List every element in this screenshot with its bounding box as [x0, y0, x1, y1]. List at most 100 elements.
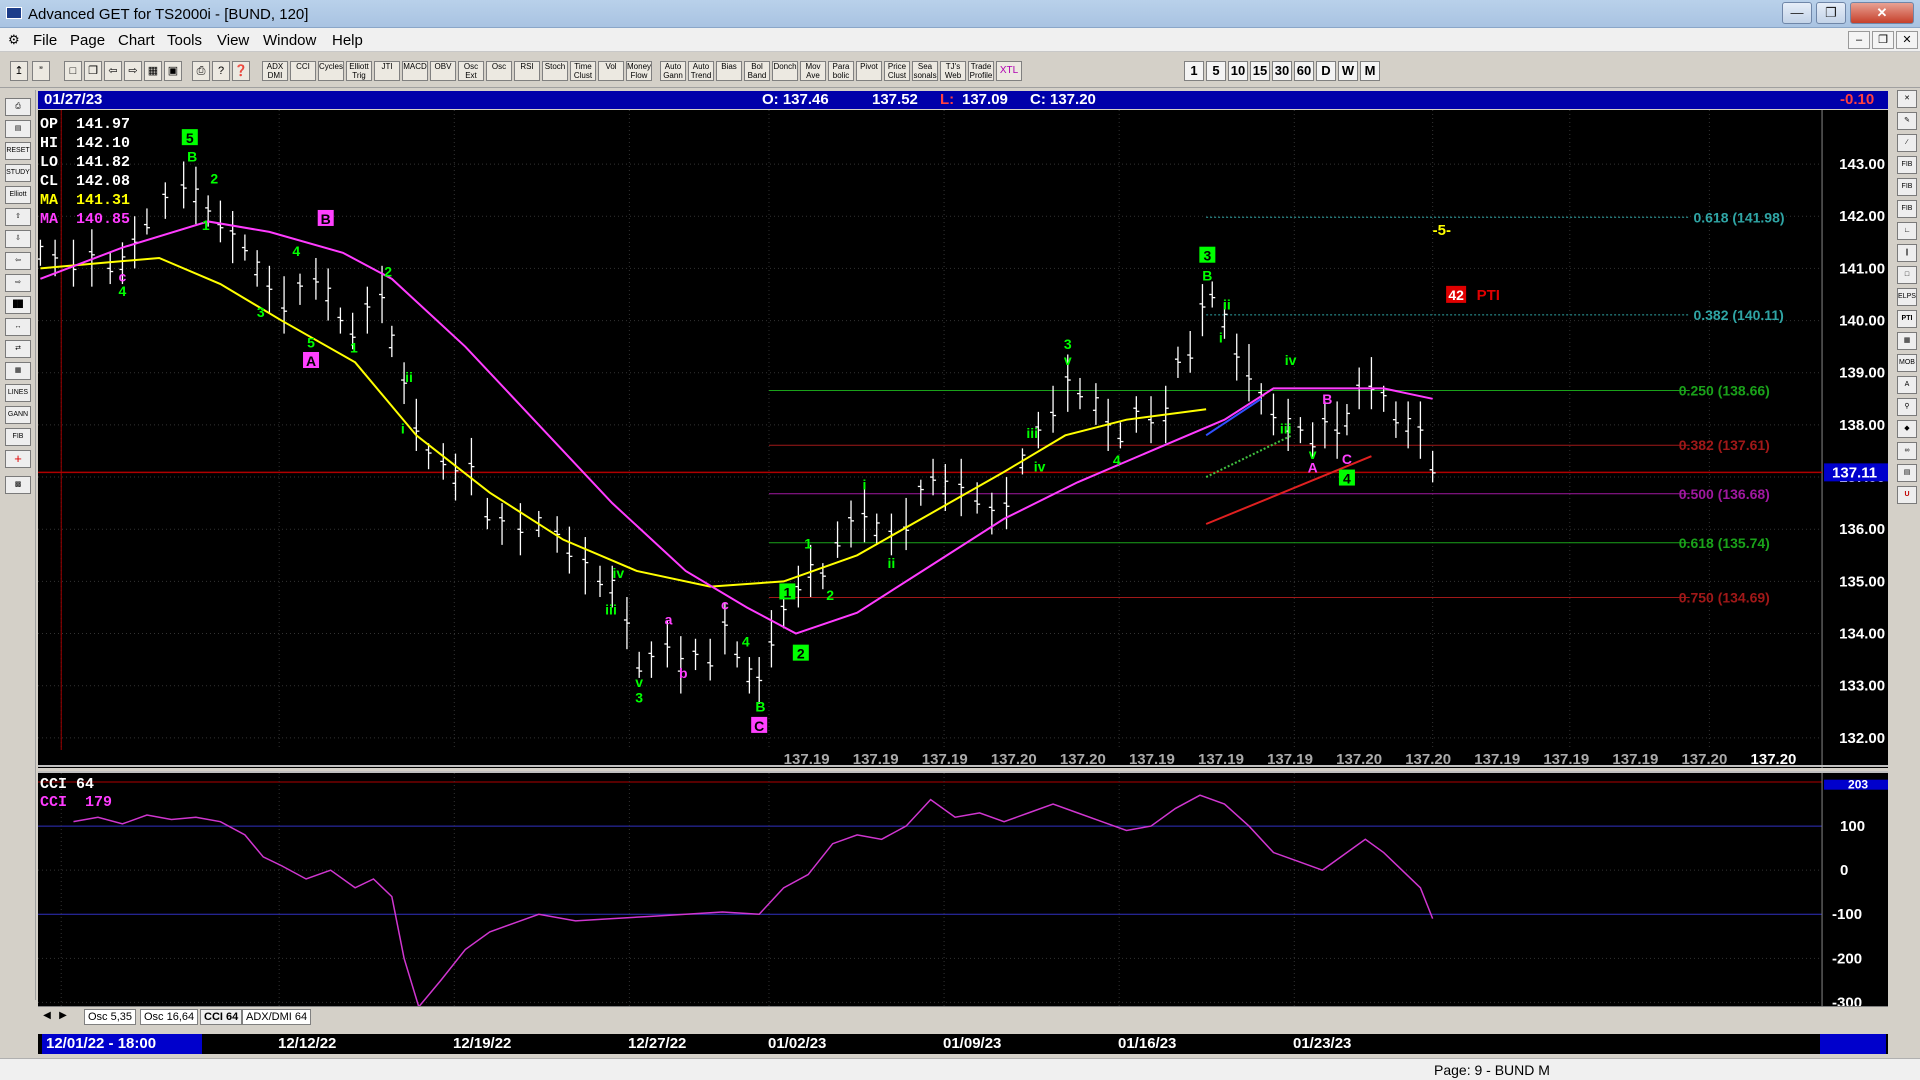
tab-osc-5-35[interactable]: Osc 5,35	[84, 1009, 137, 1025]
arrow-up-tool-icon[interactable]: ⇧	[5, 208, 31, 226]
period-w-button[interactable]: W	[1338, 61, 1358, 81]
grid-tool-right-icon[interactable]: ▦	[1897, 332, 1917, 350]
study-cycles-button[interactable]: Cycles	[318, 61, 344, 81]
period-30-button[interactable]: 30	[1272, 61, 1292, 81]
menu-file[interactable]: File	[33, 32, 57, 49]
study-bias-button[interactable]: Bias	[716, 61, 742, 81]
expand-tool-icon[interactable]: ↔	[5, 318, 31, 336]
study-osc-button[interactable]: Osc	[486, 61, 512, 81]
study-vol-button[interactable]: Vol	[598, 61, 624, 81]
study-xtl-button[interactable]: XTL	[996, 61, 1022, 81]
menu-tools[interactable]: Tools	[167, 32, 202, 49]
tab-adx-dmi-64[interactable]: ADX/DMI 64	[242, 1009, 312, 1025]
scroll-right-icon[interactable]: ⇨	[124, 61, 142, 81]
lines-tool-icon[interactable]: LINES	[5, 384, 31, 402]
study-obv-button[interactable]: OBV	[430, 61, 456, 81]
study-time-clust-button[interactable]: Time Clust	[570, 61, 596, 81]
cycle-tool-icon[interactable]: ∞	[1897, 442, 1917, 460]
new-page-icon[interactable]: □	[64, 61, 82, 81]
gann-tool-icon[interactable]: GANN	[5, 406, 31, 424]
period-1-button[interactable]: 1	[1184, 61, 1204, 81]
marker-tool-icon[interactable]: ◆	[1897, 420, 1917, 438]
study-mov-ave-button[interactable]: Mov Ave	[800, 61, 826, 81]
channel-tool-icon[interactable]: ∥	[1897, 244, 1917, 262]
study-auto-trend-button[interactable]: Auto Trend	[688, 61, 714, 81]
study-donch-button[interactable]: Donch	[772, 61, 798, 81]
arrow-right-tool-icon[interactable]: ⇨	[5, 274, 31, 292]
tab-prev-icon[interactable]: ◀	[40, 1009, 54, 1025]
pencil-tool-icon[interactable]: ✎	[1897, 112, 1917, 130]
fan-tool-icon[interactable]: ∟	[1897, 222, 1917, 240]
study-jti-button[interactable]: JTI	[374, 61, 400, 81]
quote-icon[interactable]: ”	[32, 61, 50, 81]
ellipse-tool-icon[interactable]: ELPS	[1897, 288, 1917, 306]
chart-tool-icon[interactable]: ▤	[5, 120, 31, 138]
layout-icon[interactable]: ▣	[164, 61, 182, 81]
study-macd-button[interactable]: MACD	[402, 61, 428, 81]
study-osc-ext-button[interactable]: Osc Ext	[458, 61, 484, 81]
pointer-icon[interactable]: ↥	[10, 61, 28, 81]
print-icon[interactable]: ⎙	[192, 61, 210, 81]
u-tool-icon[interactable]: U	[1897, 486, 1917, 504]
study-seasonals-button[interactable]: Sea sonals	[912, 61, 938, 81]
study-money-flow-button[interactable]: Money Flow	[626, 61, 652, 81]
erase-tool-icon[interactable]: ✕	[1897, 90, 1917, 108]
box-tool-icon[interactable]: □	[1897, 266, 1917, 284]
mdi-minimize-button[interactable]: –	[1848, 31, 1870, 49]
study-rsi-button[interactable]: RSI	[514, 61, 540, 81]
study-tool-icon[interactable]: STUDY	[5, 164, 31, 182]
menu-help[interactable]: Help	[332, 32, 363, 49]
menu-chart[interactable]: Chart	[118, 32, 155, 49]
mdi-close-button[interactable]: ✕	[1896, 31, 1918, 49]
reset-tool-icon[interactable]: RESET	[5, 142, 31, 160]
menu-view[interactable]: View	[217, 32, 249, 49]
fib-ext-tool-icon[interactable]: FIB EXT	[1897, 178, 1917, 196]
print-tool-icon[interactable]: ⎙	[5, 98, 31, 116]
grid-tool-icon[interactable]: ▦	[5, 362, 31, 380]
grid-icon[interactable]: ▦	[144, 61, 162, 81]
study-price-clust-button[interactable]: Price Clust	[884, 61, 910, 81]
mdi-restore-button[interactable]: ❐	[1872, 31, 1894, 49]
study-elliott-trig-button[interactable]: Elliott Trig	[346, 61, 372, 81]
study-tjs-web-button[interactable]: TJ's Web	[940, 61, 966, 81]
text-tool-icon[interactable]: A	[1897, 376, 1917, 394]
tab-osc-16-64[interactable]: Osc 16,64	[140, 1009, 199, 1025]
period-60-button[interactable]: 60	[1294, 61, 1314, 81]
arrow-down-tool-icon[interactable]: ⇩	[5, 230, 31, 248]
table-tool-icon[interactable]: ▤	[1897, 464, 1917, 482]
tab-cci-64[interactable]: CCI 64	[200, 1009, 243, 1025]
mob-tool-icon[interactable]: MOB	[1897, 354, 1917, 372]
context-help-icon[interactable]: ❓	[232, 61, 250, 81]
line-tool-icon[interactable]: ∕	[1897, 134, 1917, 152]
study-trade-profile-button[interactable]: Trade Profile	[968, 61, 994, 81]
study-parabolic-button[interactable]: Para bolic	[828, 61, 854, 81]
copy-icon[interactable]: ❐	[84, 61, 102, 81]
menu-window[interactable]: Window	[263, 32, 316, 49]
minimize-button[interactable]: —	[1782, 2, 1812, 24]
help-icon[interactable]: ?	[212, 61, 230, 81]
price-chart[interactable]: 143.00 142.00 141.00 140.00 139.00 138.00 137.…	[38, 110, 1888, 768]
pti-tool-icon[interactable]: PTI	[1897, 310, 1917, 328]
scroll-left-icon[interactable]: ⇦	[104, 61, 122, 81]
maximize-button[interactable]: ❐	[1816, 2, 1846, 24]
save-tool-icon[interactable]: ▩	[5, 476, 31, 494]
study-cci-button[interactable]: CCI	[290, 61, 316, 81]
fib-tool-icon[interactable]: FIB	[5, 428, 31, 446]
study-adx-dmi-button[interactable]: ADX DMI	[262, 61, 288, 81]
study-bol-band-button[interactable]: Bol Band	[744, 61, 770, 81]
period-5-button[interactable]: 5	[1206, 61, 1226, 81]
tab-next-icon[interactable]: ▶	[56, 1009, 70, 1025]
study-auto-gann-button[interactable]: Auto Gann	[660, 61, 686, 81]
compress-tool-icon[interactable]: ⇄	[5, 340, 31, 358]
zoom-tool-icon[interactable]: ⚲	[1897, 398, 1917, 416]
arrow-left-tool-icon[interactable]: ⇦	[5, 252, 31, 270]
study-stoch-button[interactable]: Stoch	[542, 61, 568, 81]
bars-tool-icon[interactable]: ██	[5, 296, 31, 314]
elliott-tool-icon[interactable]: Elliott	[5, 186, 31, 204]
period-15-button[interactable]: 15	[1250, 61, 1270, 81]
fib-time-tool-icon[interactable]: FIB TIME	[1897, 200, 1917, 218]
document-icon[interactable]: ⚙	[8, 32, 20, 48]
fib-ret-tool-icon[interactable]: FIB RET	[1897, 156, 1917, 174]
cci-panel[interactable]: 203 100 0 -100 -200 -300 CCI 64 CCI 179	[38, 771, 1888, 1006]
period-m-button[interactable]: M	[1360, 61, 1380, 81]
